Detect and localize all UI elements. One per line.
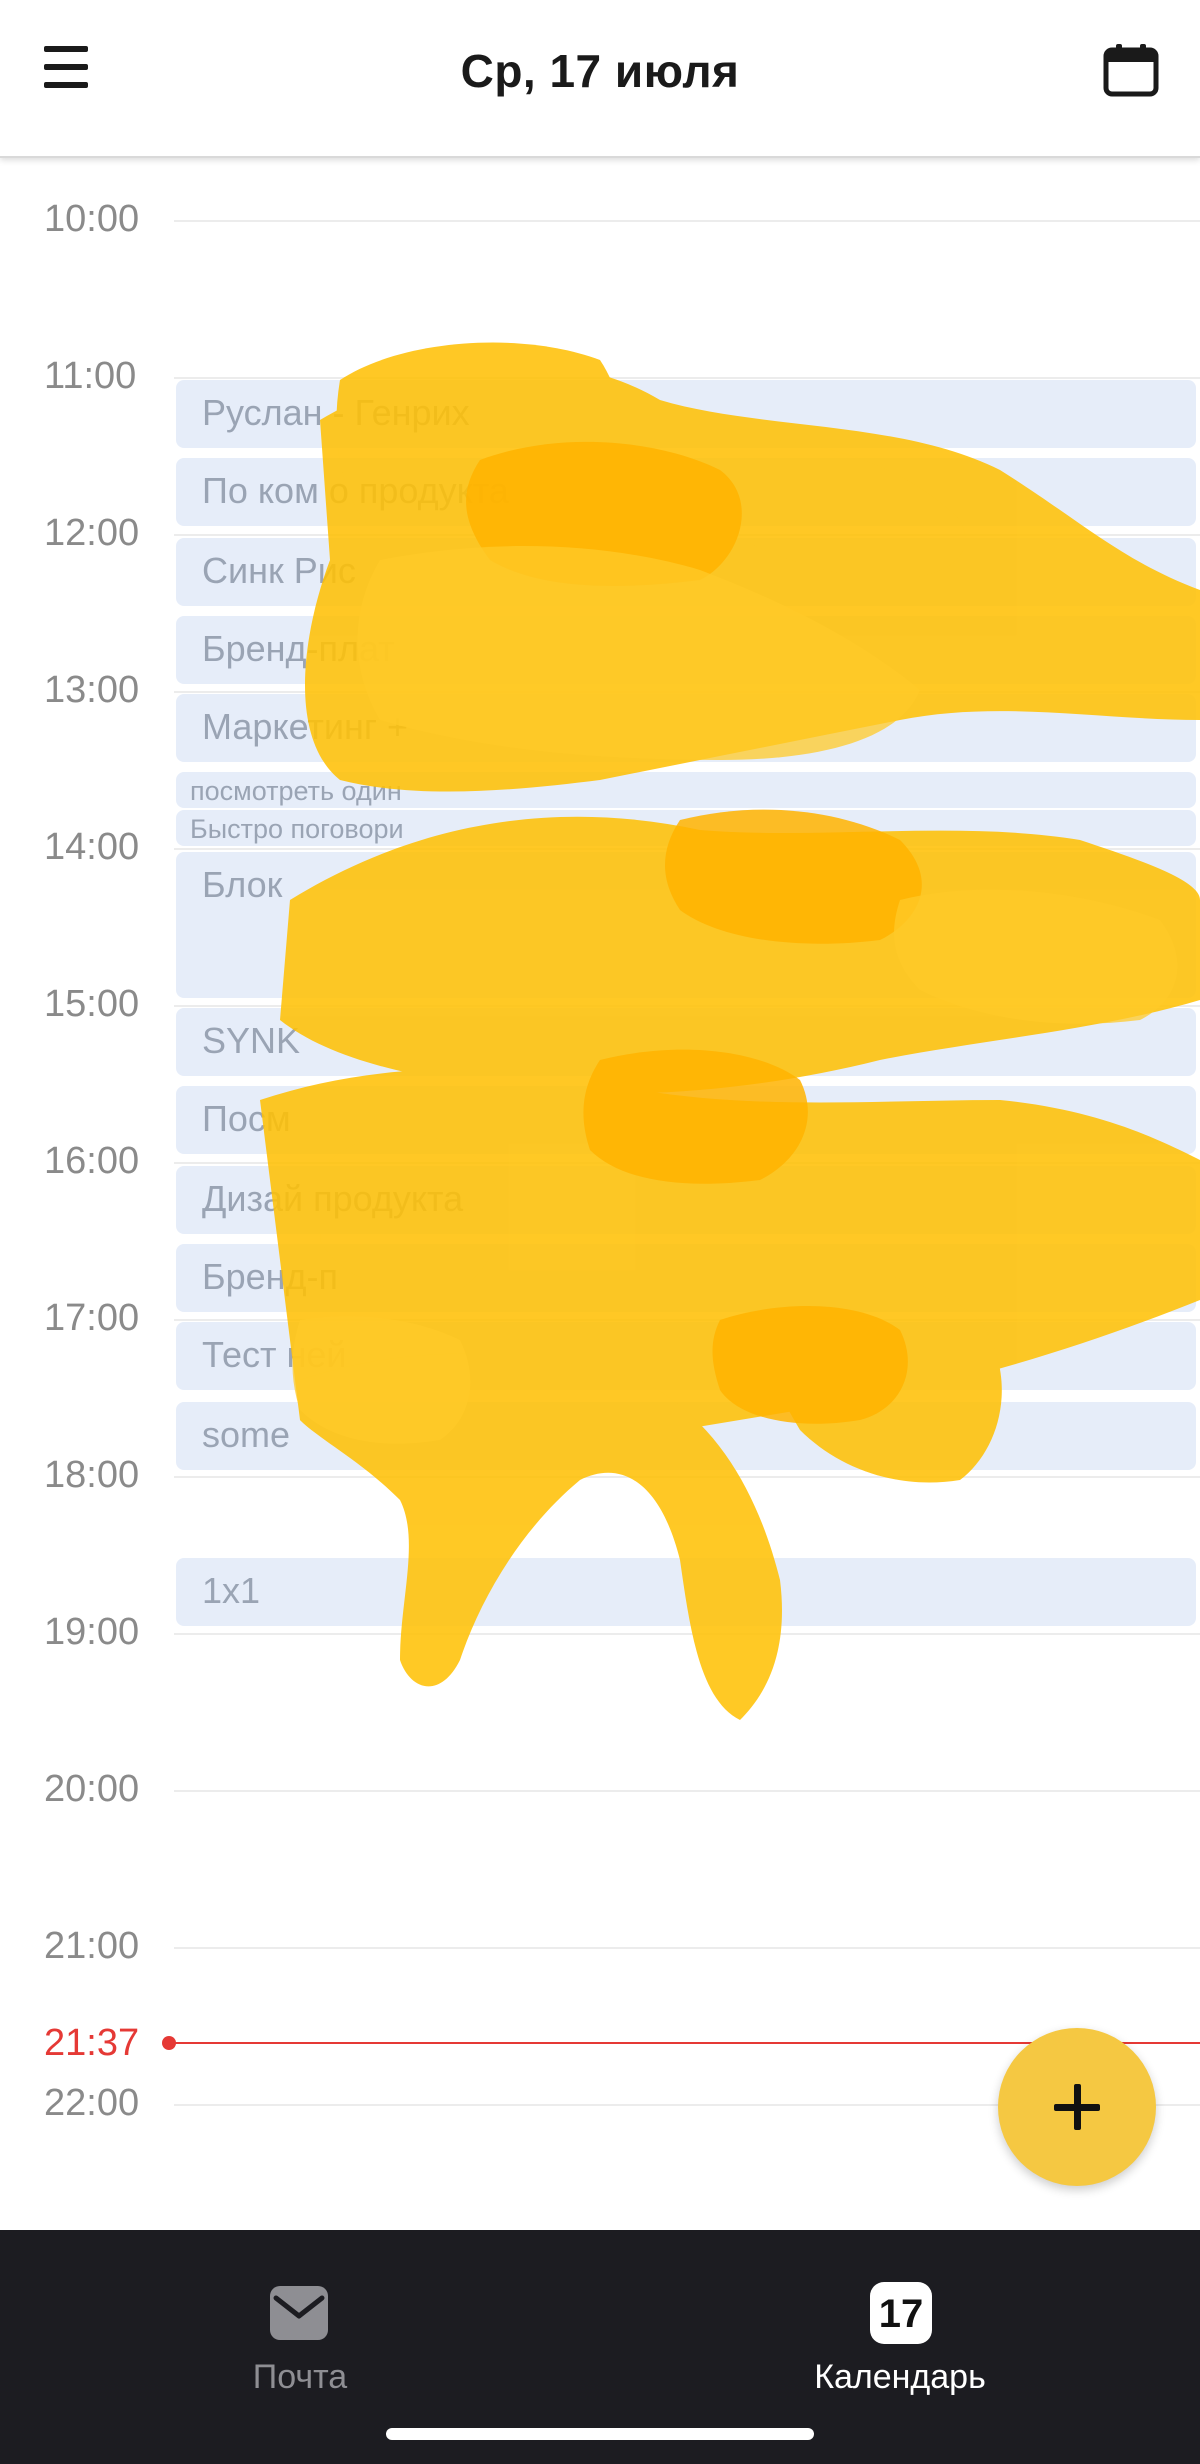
hour-row: 14:00 xyxy=(0,826,1200,868)
app-header: Ср, 17 июля xyxy=(0,0,1200,158)
hour-label: 13:00 xyxy=(44,669,140,711)
hour-row: 12:00 xyxy=(0,512,1200,554)
event-block[interactable]: Посм xyxy=(176,1086,1196,1154)
hour-row: 20:00 xyxy=(0,1768,1200,1810)
hour-label: 20:00 xyxy=(44,1768,140,1810)
event-title: Посм xyxy=(202,1098,291,1139)
add-event-button[interactable] xyxy=(998,2028,1156,2186)
hour-label: 14:00 xyxy=(44,826,140,868)
event-block[interactable]: Синк Рис xyxy=(176,538,1196,606)
tab-mail-label: Почта xyxy=(252,2358,348,2396)
event-title: Блок xyxy=(202,864,283,905)
day-timeline[interactable]: 10:00 11:00 12:00 13:00 14:00 15:00 16:0… xyxy=(0,158,1200,2228)
calendar-icon[interactable] xyxy=(1102,42,1160,98)
tab-calendar[interactable]: 17 Календарь xyxy=(750,2258,1050,2408)
event-title: Бренд-плат xyxy=(202,628,395,669)
hour-label: 22:00 xyxy=(44,2082,140,2124)
hour-row: 11:00 xyxy=(0,355,1200,397)
hour-row: 21:00 xyxy=(0,1925,1200,1967)
home-indicator xyxy=(386,2428,814,2440)
hour-label: 15:00 xyxy=(44,983,140,1025)
event-block[interactable]: Тест ней xyxy=(176,1322,1196,1390)
hour-label: 10:00 xyxy=(44,198,140,240)
hour-label: 11:00 xyxy=(44,355,137,397)
tab-mail[interactable]: Почта xyxy=(150,2258,450,2408)
event-title: some xyxy=(202,1414,291,1455)
current-time-label: 21:37 xyxy=(44,2022,140,2064)
event-block[interactable]: SYNK xyxy=(176,1008,1196,1076)
tab-calendar-label: Календарь xyxy=(814,2358,986,2396)
hour-label: 19:00 xyxy=(44,1611,140,1653)
event-block[interactable]: Руслан - Генрих xyxy=(176,380,1196,448)
page-title: Ср, 17 июля xyxy=(460,45,740,97)
event-title: посмотреть один xyxy=(190,776,402,806)
hour-label: 17:00 xyxy=(44,1297,140,1339)
hour-row: 18:00 xyxy=(0,1454,1200,1496)
hour-label: 21:00 xyxy=(44,1925,140,1967)
event-block[interactable]: Быстро поговори xyxy=(176,810,1196,846)
event-title: По ком о продукта xyxy=(202,470,509,511)
event-block[interactable]: Блок xyxy=(176,852,1196,998)
hour-label: 18:00 xyxy=(44,1454,140,1496)
event-title: Маркетинг + xyxy=(202,706,409,747)
calendar-day-badge: 17 xyxy=(870,2282,932,2344)
hour-row: 13:00 xyxy=(0,669,1200,711)
event-block[interactable]: Маркетинг + xyxy=(176,694,1196,762)
event-block[interactable]: По ком о продукта xyxy=(176,458,1196,526)
hour-row: 10:00 xyxy=(0,198,1200,240)
event-block[interactable]: some xyxy=(176,1402,1196,1470)
event-block[interactable]: Бренд-плат xyxy=(176,616,1196,684)
hour-row: 17:00 xyxy=(0,1297,1200,1339)
plus-icon-stroke xyxy=(1074,2084,1081,2130)
event-title: SYNK xyxy=(202,1020,301,1061)
hour-row: 19:00 xyxy=(0,1611,1200,1653)
event-title: Дизай продукта xyxy=(202,1178,464,1219)
event-title: Бренд-п xyxy=(202,1256,339,1297)
event-block[interactable]: посмотреть один xyxy=(176,772,1196,808)
event-title: 1x1 xyxy=(202,1570,261,1611)
event-title: Синк Рис xyxy=(202,550,356,591)
event-title: Руслан - Генрих xyxy=(202,392,470,433)
hour-label: 12:00 xyxy=(44,512,140,554)
mail-icon xyxy=(268,2284,330,2342)
hour-label: 16:00 xyxy=(44,1140,140,1182)
event-title: Быстро поговори xyxy=(190,814,404,844)
hour-row: 16:00 xyxy=(0,1140,1200,1182)
event-block[interactable]: 1x1 xyxy=(176,1558,1196,1626)
event-block[interactable]: Бренд-п xyxy=(176,1244,1196,1312)
event-block[interactable]: Дизай продукта xyxy=(176,1166,1196,1234)
hour-row: 15:00 xyxy=(0,983,1200,1025)
event-title: Тест ней xyxy=(202,1334,347,1375)
